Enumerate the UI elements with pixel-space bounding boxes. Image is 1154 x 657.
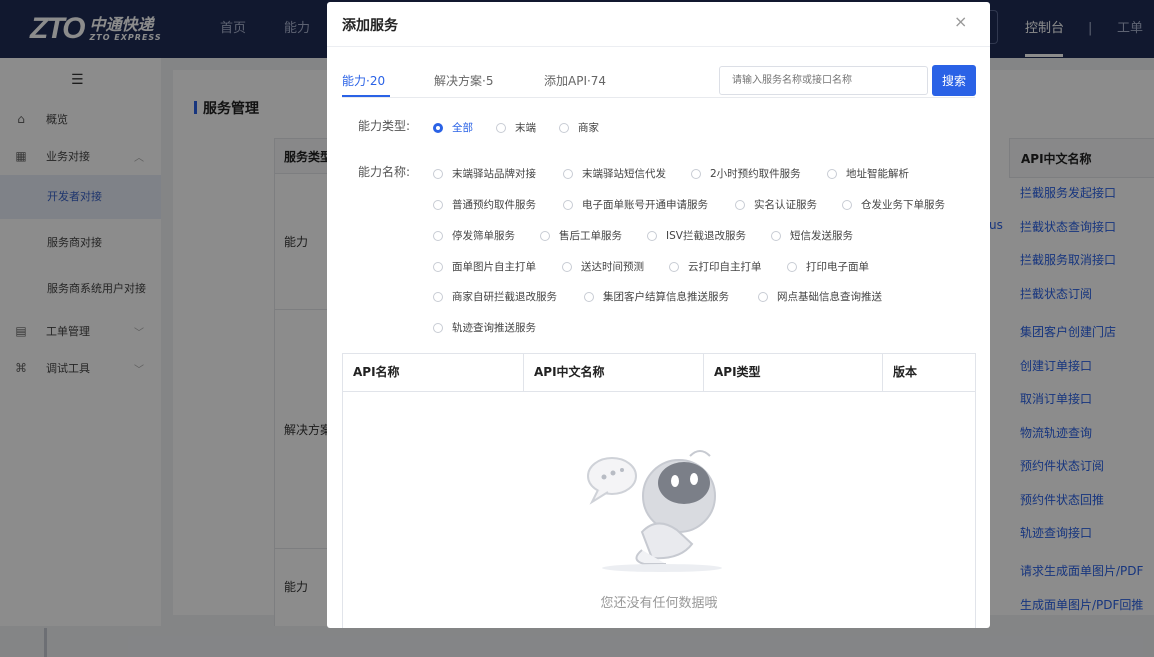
tab-solution[interactable]: 解决方案·5: [434, 72, 493, 89]
table-header-divider: [343, 391, 975, 392]
radio-dot: [563, 199, 573, 210]
radio-dot: [563, 168, 573, 179]
radio-capability[interactable]: 地址智能解析: [827, 166, 909, 181]
radio-type-all[interactable]: 全部: [433, 120, 473, 135]
radio-dot: [758, 291, 768, 302]
radio-capability[interactable]: 停发筛单服务: [433, 228, 515, 243]
radio-dot: [559, 122, 569, 133]
radio-capability[interactable]: 面单图片自主打单: [433, 259, 536, 274]
radio-dot: [842, 199, 852, 210]
radio-capability[interactable]: 2小时预约取件服务: [691, 166, 801, 181]
add-service-dialog: 添加服务 × 能力·20 解决方案·5 添加API·74 搜索 能力类型: 全部…: [327, 2, 990, 628]
radio-dot: [433, 199, 443, 210]
radio-dot: [691, 168, 701, 179]
radio-dot: [540, 230, 550, 241]
search-button[interactable]: 搜索: [932, 65, 976, 96]
radio-capability[interactable]: 仓发业务下单服务: [842, 197, 945, 212]
radio-dot: [496, 122, 506, 133]
tab-capability[interactable]: 能力·20: [342, 72, 385, 89]
radio-capability[interactable]: 商家自研拦截退改服务: [433, 289, 557, 304]
capability-type-label: 能力类型:: [358, 119, 411, 133]
radio-capability[interactable]: 电子面单账号开通申请服务: [563, 197, 708, 212]
th-api-name: API名称: [343, 354, 524, 391]
radio-dot: [433, 122, 443, 133]
capability-name-label: 能力名称:: [358, 165, 411, 179]
th-version: 版本: [883, 354, 975, 391]
th-api-type: API类型: [704, 354, 883, 391]
radio-capability[interactable]: 集团客户结算信息推送服务: [584, 289, 729, 304]
radio-dot: [735, 199, 745, 210]
search-input[interactable]: [719, 66, 928, 95]
radio-capability[interactable]: 送达时间预测: [562, 259, 644, 274]
radio-capability[interactable]: 网点基础信息查询推送: [758, 289, 882, 304]
empty-robot-illustration: [587, 450, 722, 572]
radio-capability[interactable]: ISV拦截退改服务: [647, 228, 746, 243]
radio-dot: [827, 168, 837, 179]
radio-capability[interactable]: 普通预约取件服务: [433, 197, 536, 212]
radio-capability[interactable]: 打印电子面单: [787, 259, 869, 274]
radio-dot: [562, 261, 572, 272]
dialog-title: 添加服务: [342, 18, 398, 34]
radio-dot: [584, 291, 594, 302]
radio-capability[interactable]: 短信发送服务: [771, 228, 853, 243]
radio-capability[interactable]: 轨迹查询推送服务: [433, 320, 536, 335]
tab-add-api[interactable]: 添加API·74: [544, 72, 606, 89]
radio-type-merchant[interactable]: 商家: [559, 120, 599, 135]
api-table: API名称 API中文名称 API类型 版本 您还没有任何数据哦: [342, 353, 976, 628]
radio-capability[interactable]: 末端驿站短信代发: [563, 166, 666, 181]
radio-dot: [433, 168, 443, 179]
radio-capability[interactable]: 售后工单服务: [540, 228, 622, 243]
empty-state-text: 您还没有任何数据哦: [600, 596, 718, 611]
radio-dot: [433, 230, 443, 241]
tabs-divider: [342, 97, 975, 98]
radio-dot: [771, 230, 781, 241]
close-icon[interactable]: ×: [954, 12, 967, 31]
active-tab-indicator: [342, 95, 390, 97]
radio-dot: [669, 261, 679, 272]
radio-dot: [787, 261, 797, 272]
radio-dot: [433, 291, 443, 302]
radio-dot: [433, 261, 443, 272]
radio-dot: [647, 230, 657, 241]
th-api-cn-name: API中文名称: [524, 354, 704, 391]
radio-capability[interactable]: 实名认证服务: [735, 197, 817, 212]
radio-capability[interactable]: 云打印自主打单: [669, 259, 762, 274]
radio-dot: [433, 322, 443, 333]
radio-type-terminal[interactable]: 末端: [496, 120, 536, 135]
radio-capability[interactable]: 末端驿站品牌对接: [433, 166, 536, 181]
dialog-header-divider: [327, 46, 990, 47]
